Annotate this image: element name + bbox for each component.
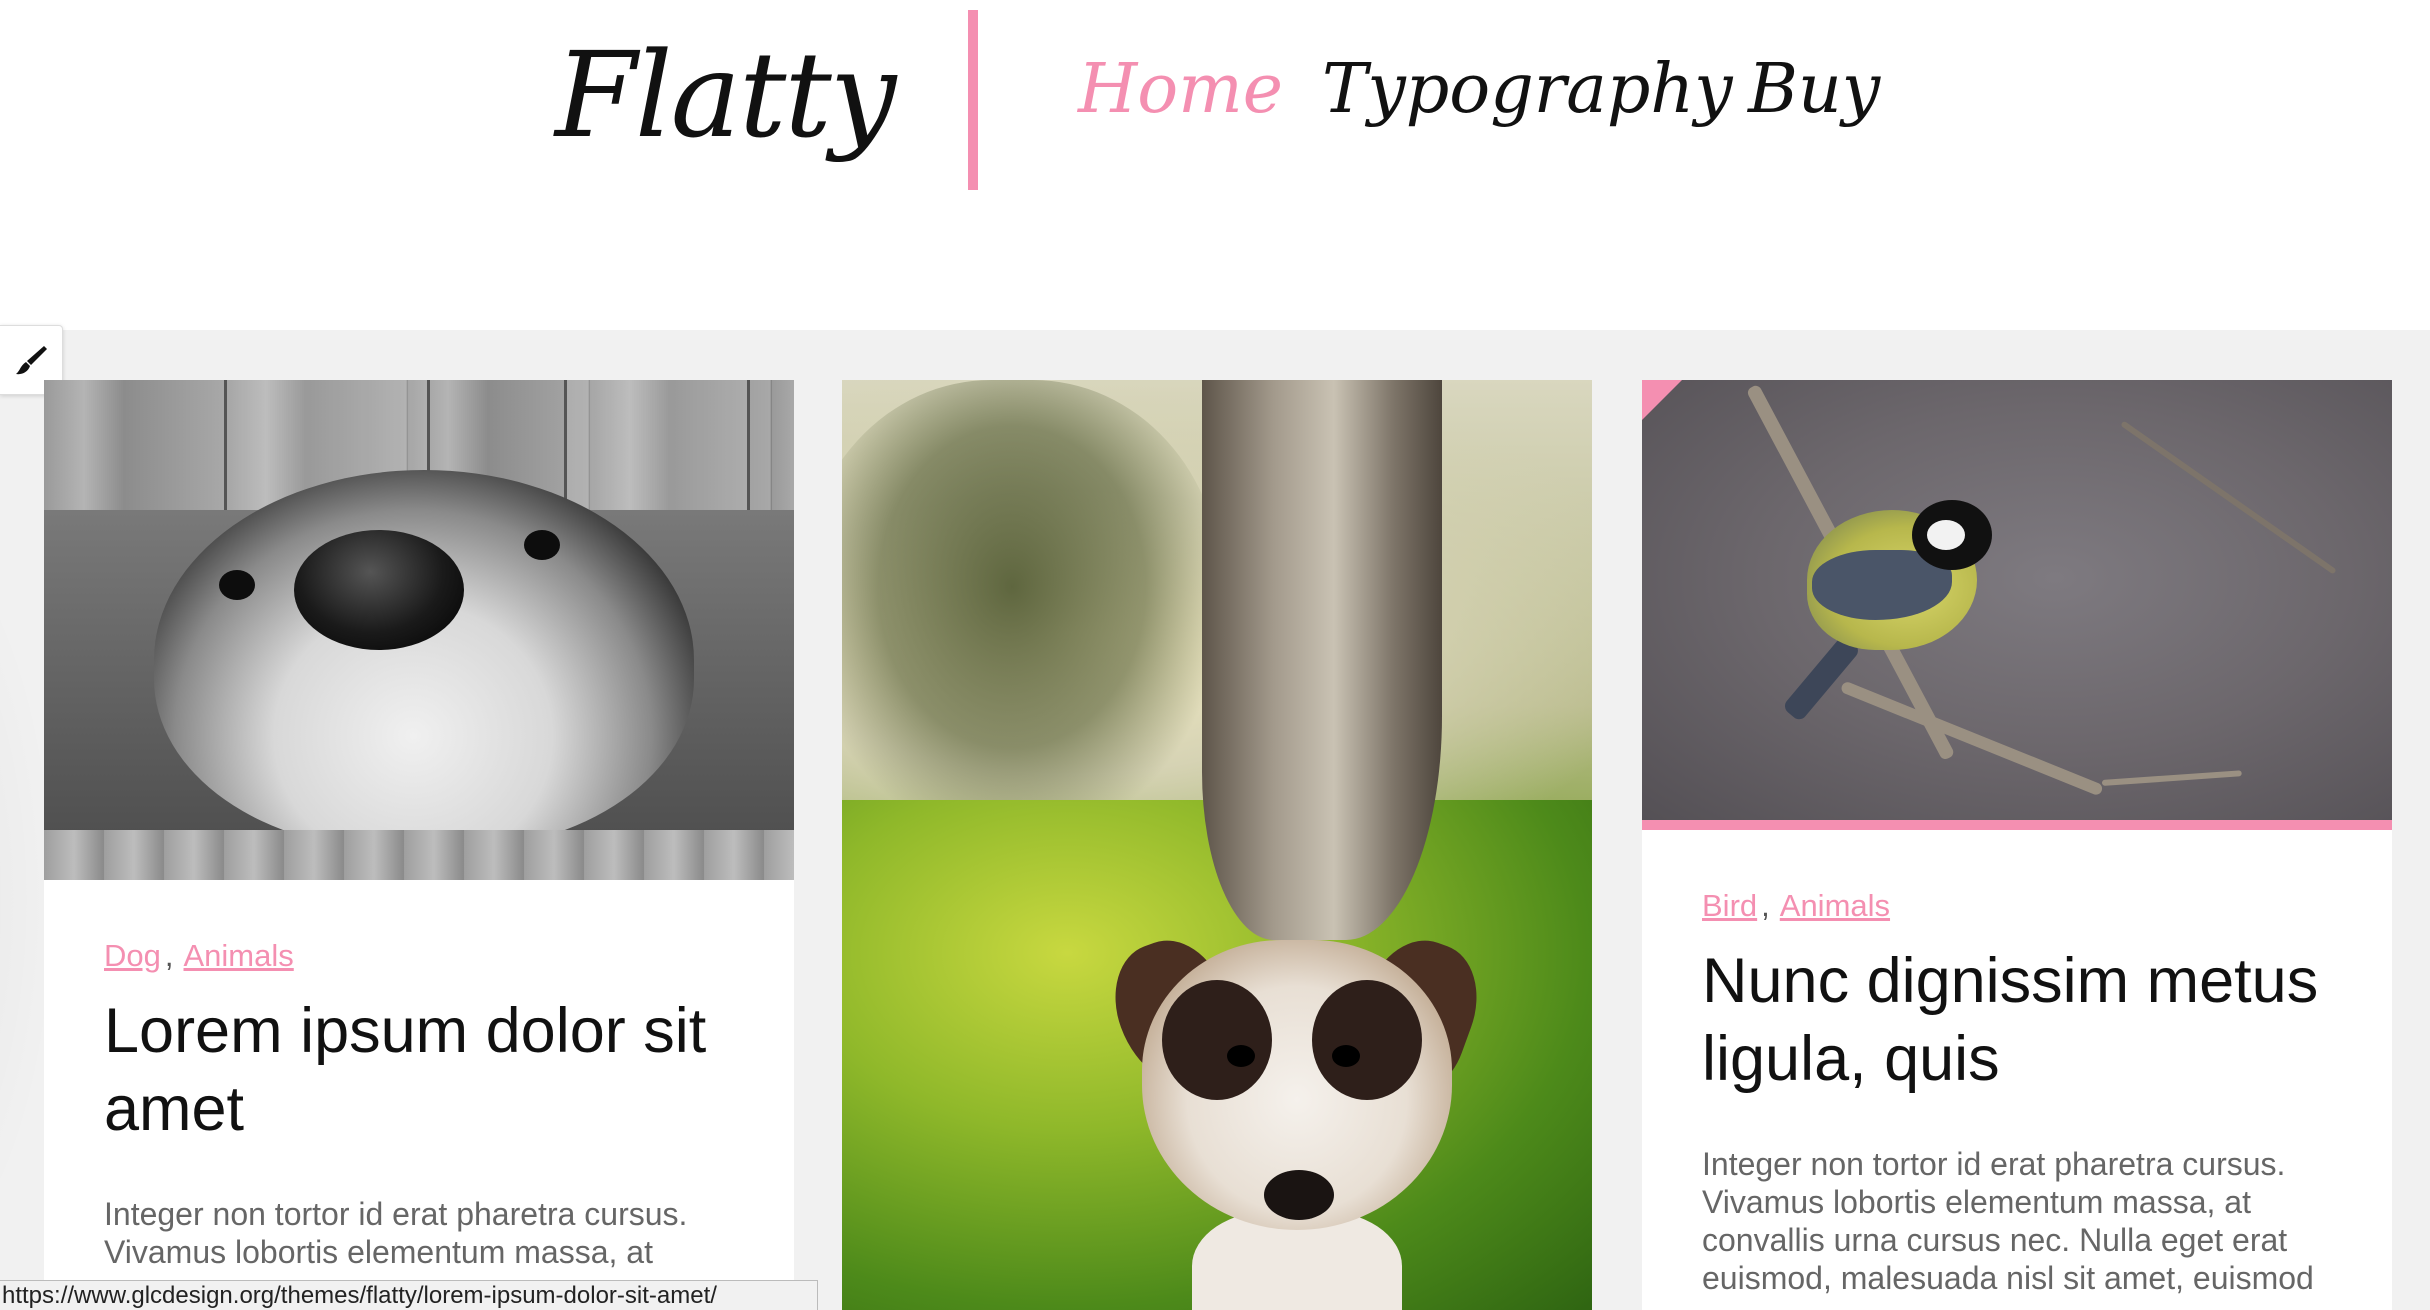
- post-image-dog[interactable]: [44, 380, 794, 880]
- image-branch: [1839, 680, 2104, 797]
- image-fence: [44, 830, 794, 880]
- bird-cheek: [1927, 520, 1965, 550]
- post-tags: Bird, Animals: [1702, 888, 1890, 924]
- tag-link[interactable]: Bird: [1702, 888, 1757, 923]
- corner-accent: [1642, 380, 1682, 420]
- tag-link[interactable]: Dog: [104, 938, 161, 973]
- post-tags: Dog, Animals: [104, 938, 294, 974]
- post-image-bird[interactable]: [1642, 380, 2392, 820]
- puppy-patch: [1312, 980, 1422, 1100]
- image-accent-bar: [1642, 820, 2392, 830]
- image-branch: [2101, 770, 2242, 786]
- nav-buy[interactable]: Buy: [1748, 40, 1880, 140]
- image-branch: [2120, 420, 2337, 575]
- post-excerpt: Integer non tortor id erat pharetra curs…: [1702, 1146, 2314, 1296]
- header-divider: [968, 10, 978, 190]
- image-background-tree: [842, 380, 1222, 840]
- puppy-eye: [1227, 1045, 1255, 1067]
- dog-eye: [219, 570, 255, 600]
- tag-separator: ,: [164, 938, 174, 973]
- puppy-patch: [1162, 980, 1272, 1100]
- dog-eye: [524, 530, 560, 560]
- site-logo[interactable]: Flatty: [555, 10, 896, 180]
- post-card: Bird, Animals Nunc dignissim metus ligula…: [1642, 380, 2392, 1310]
- paintbrush-icon: [16, 346, 47, 375]
- image-tree-trunk: [1202, 380, 1442, 940]
- bird-tail: [1781, 634, 1862, 723]
- status-bar-url: https://www.glcdesign.org/themes/flatty/…: [0, 1280, 818, 1310]
- puppy-nose: [1264, 1170, 1334, 1220]
- tag-link[interactable]: Animals: [184, 938, 294, 973]
- post-image-puppy[interactable]: [842, 380, 1592, 1310]
- nav-home[interactable]: Home: [1078, 40, 1283, 140]
- post-title[interactable]: Lorem ipsum dolor sit amet: [104, 992, 744, 1148]
- post-card: Dog, Animals Lorem ipsum dolor sit amet I…: [44, 380, 794, 1310]
- post-excerpt: Integer non tortor id erat pharetra curs…: [104, 1196, 688, 1270]
- puppy-eye: [1332, 1045, 1360, 1067]
- dog-nose: [294, 530, 464, 650]
- dog-head: [154, 470, 694, 850]
- fence-plank: [564, 380, 750, 510]
- nav-typography[interactable]: Typography: [1322, 40, 1733, 140]
- tag-separator: ,: [1761, 888, 1770, 923]
- post-card: [842, 380, 1592, 1310]
- post-title[interactable]: Nunc dignissim metus ligula, quis: [1702, 942, 2342, 1098]
- site-header: Flatty Home Typography Buy: [0, 0, 2430, 330]
- tag-link[interactable]: Animals: [1780, 888, 1890, 923]
